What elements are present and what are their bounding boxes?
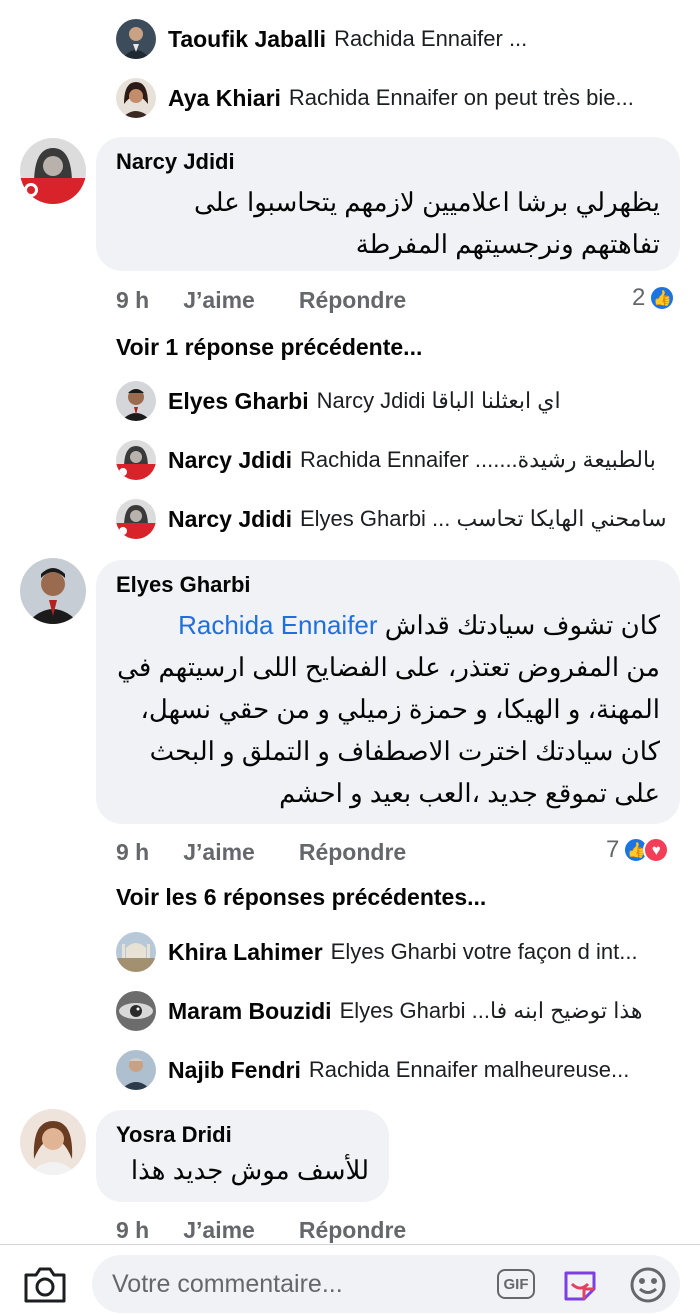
comment-text-line: على تموقع جديد ،العب بعيد و احشم	[279, 778, 660, 808]
comment-text: كان تشوف سيادتك قداش Rachida Ennaifer من…	[116, 604, 660, 814]
comment-text-line: للأسف موش جديد هذا	[130, 1155, 369, 1185]
reply-row[interactable]: Maram Bouzidi Elyes Gharbi ...هذا توضيح …	[116, 991, 642, 1031]
timestamp: 9 h	[116, 286, 150, 313]
camera-icon[interactable]	[22, 1265, 68, 1305]
comment-composer: GIF	[0, 1244, 700, 1315]
comment-bubble: Narcy Jdidi يظهرلي برشا اعلاميين لازمهم …	[96, 137, 680, 271]
comment-text-line: المهنة، و الهيكا، و حمزة زميلي و من حقي …	[140, 694, 660, 724]
avatar[interactable]	[116, 19, 156, 59]
mention-link[interactable]: Rachida Ennaifer	[178, 610, 377, 640]
avatar[interactable]	[116, 991, 156, 1031]
reply-row[interactable]: Taoufik Jaballi Rachida Ennaifer ...	[116, 19, 527, 59]
emoji-icon[interactable]	[628, 1265, 668, 1305]
avatar[interactable]	[116, 381, 156, 421]
reply-row[interactable]: Najib Fendri Rachida Ennaifer malheureus…	[116, 1050, 629, 1090]
comment-author[interactable]: Yosra Dridi	[116, 1122, 369, 1148]
comment-author[interactable]: Elyes Gharbi	[116, 572, 660, 598]
reply-author[interactable]: Narcy Jdidi	[168, 506, 292, 533]
view-previous-replies[interactable]: Voir les 6 réponses précédentes...	[116, 884, 486, 911]
reply-snippet[interactable]: Rachida Ennaifer malheureuse...	[309, 1057, 629, 1083]
avatar[interactable]	[116, 440, 156, 480]
comment-bubble: Elyes Gharbi كان تشوف سيادتك قداش Rachid…	[96, 560, 680, 824]
comment-author[interactable]: Narcy Jdidi	[116, 149, 660, 175]
reaction-summary[interactable]: 7 👍 ♥	[606, 836, 670, 864]
reply-snippet[interactable]: Rachida Ennaifer on peut très bie...	[289, 85, 634, 111]
reply-author[interactable]: Najib Fendri	[168, 1057, 301, 1084]
avatar[interactable]	[20, 558, 86, 624]
comment-actions: 9 h J’aime Répondre	[116, 837, 406, 867]
reply-button[interactable]: Répondre	[299, 839, 406, 866]
reply-row[interactable]: Narcy Jdidi Elyes Gharbi ... سامحني الها…	[116, 499, 667, 539]
reply-snippet[interactable]: Elyes Gharbi votre façon d int...	[331, 939, 638, 965]
reply-button[interactable]: Répondre	[299, 287, 406, 314]
reply-snippet[interactable]: Rachida Ennaifer ...	[334, 26, 527, 52]
comment-bubble: Yosra Dridi للأسف موش جديد هذا	[96, 1110, 389, 1202]
avatar[interactable]	[116, 1050, 156, 1090]
avatar[interactable]	[116, 78, 156, 118]
reply-snippet[interactable]: Rachida Ennaifer .......بالطبيعة رشيدة	[300, 447, 656, 473]
reply-snippet[interactable]: Elyes Gharbi ... سامحني الهايكا تحاسب	[300, 506, 667, 532]
comment-text-line: كان تشوف سيادتك قداش Rachida Ennaifer	[116, 604, 660, 646]
comment-text-line: يظهرلي برشا اعلاميين لازمهم يتحاسبوا على	[193, 187, 660, 217]
reply-author[interactable]: Maram Bouzidi	[168, 998, 332, 1025]
gif-button[interactable]: GIF	[497, 1269, 535, 1299]
comment-text: للأسف موش جديد هذا	[116, 1154, 369, 1186]
reply-row[interactable]: Elyes Gharbi Narcy Jdidi اي ابعثلنا البا…	[116, 381, 561, 421]
reply-row[interactable]: Aya Khiari Rachida Ennaifer on peut très…	[116, 78, 634, 118]
reply-author[interactable]: Narcy Jdidi	[168, 447, 292, 474]
timestamp: 9 h	[116, 838, 150, 865]
reaction-count: 2	[632, 284, 646, 311]
avatar[interactable]	[20, 138, 86, 204]
comment-actions: 9 h J’aime Répondre	[116, 285, 406, 315]
avatar[interactable]	[116, 932, 156, 972]
comment-text: يظهرلي برشا اعلاميين لازمهم يتحاسبوا على…	[116, 181, 660, 265]
reply-row[interactable]: Narcy Jdidi Rachida Ennaifer .......بالط…	[116, 440, 656, 480]
sticker-icon[interactable]	[560, 1265, 600, 1305]
reply-author[interactable]: Taoufik Jaballi	[168, 26, 326, 53]
reaction-count: 7	[606, 836, 620, 863]
timestamp: 9 h	[116, 1216, 150, 1243]
reply-snippet[interactable]: Elyes Gharbi ...هذا توضيح ابنه فا	[340, 998, 643, 1024]
reply-author[interactable]: Elyes Gharbi	[168, 388, 309, 415]
heart-icon: ♥	[643, 837, 670, 863]
like-icon: 👍	[649, 285, 676, 311]
reply-author[interactable]: Khira Lahimer	[168, 939, 323, 966]
avatar[interactable]	[20, 1109, 86, 1175]
reply-row[interactable]: Khira Lahimer Elyes Gharbi votre façon d…	[116, 932, 638, 972]
like-button[interactable]: J’aime	[183, 287, 255, 314]
like-button[interactable]: J’aime	[183, 839, 255, 866]
view-previous-replies[interactable]: Voir 1 réponse précédente...	[116, 334, 422, 361]
reaction-summary[interactable]: 2 👍	[632, 284, 676, 312]
comment-input[interactable]	[112, 1267, 472, 1301]
reply-author[interactable]: Aya Khiari	[168, 85, 281, 112]
comment-text-fragment: كان تشوف سيادتك قداش	[384, 610, 660, 640]
avatar[interactable]	[116, 499, 156, 539]
comment-text-line: تفاهتهم ونرجسيتهم المفرطة	[355, 229, 660, 259]
reply-button[interactable]: Répondre	[299, 1217, 406, 1244]
like-button[interactable]: J’aime	[183, 1217, 255, 1244]
comment-actions: 9 h J’aime Répondre	[116, 1215, 406, 1245]
comment-text-line: من المفروض تعتذر، على الفضايح اللى ارسيت…	[117, 652, 660, 682]
comment-text-line: كان سيادتك اخترت الاصطفاف و التملق و الب…	[149, 736, 660, 766]
comment-input-box[interactable]: GIF	[92, 1255, 680, 1313]
reply-snippet[interactable]: Narcy Jdidi اي ابعثلنا الباقا	[317, 388, 561, 414]
